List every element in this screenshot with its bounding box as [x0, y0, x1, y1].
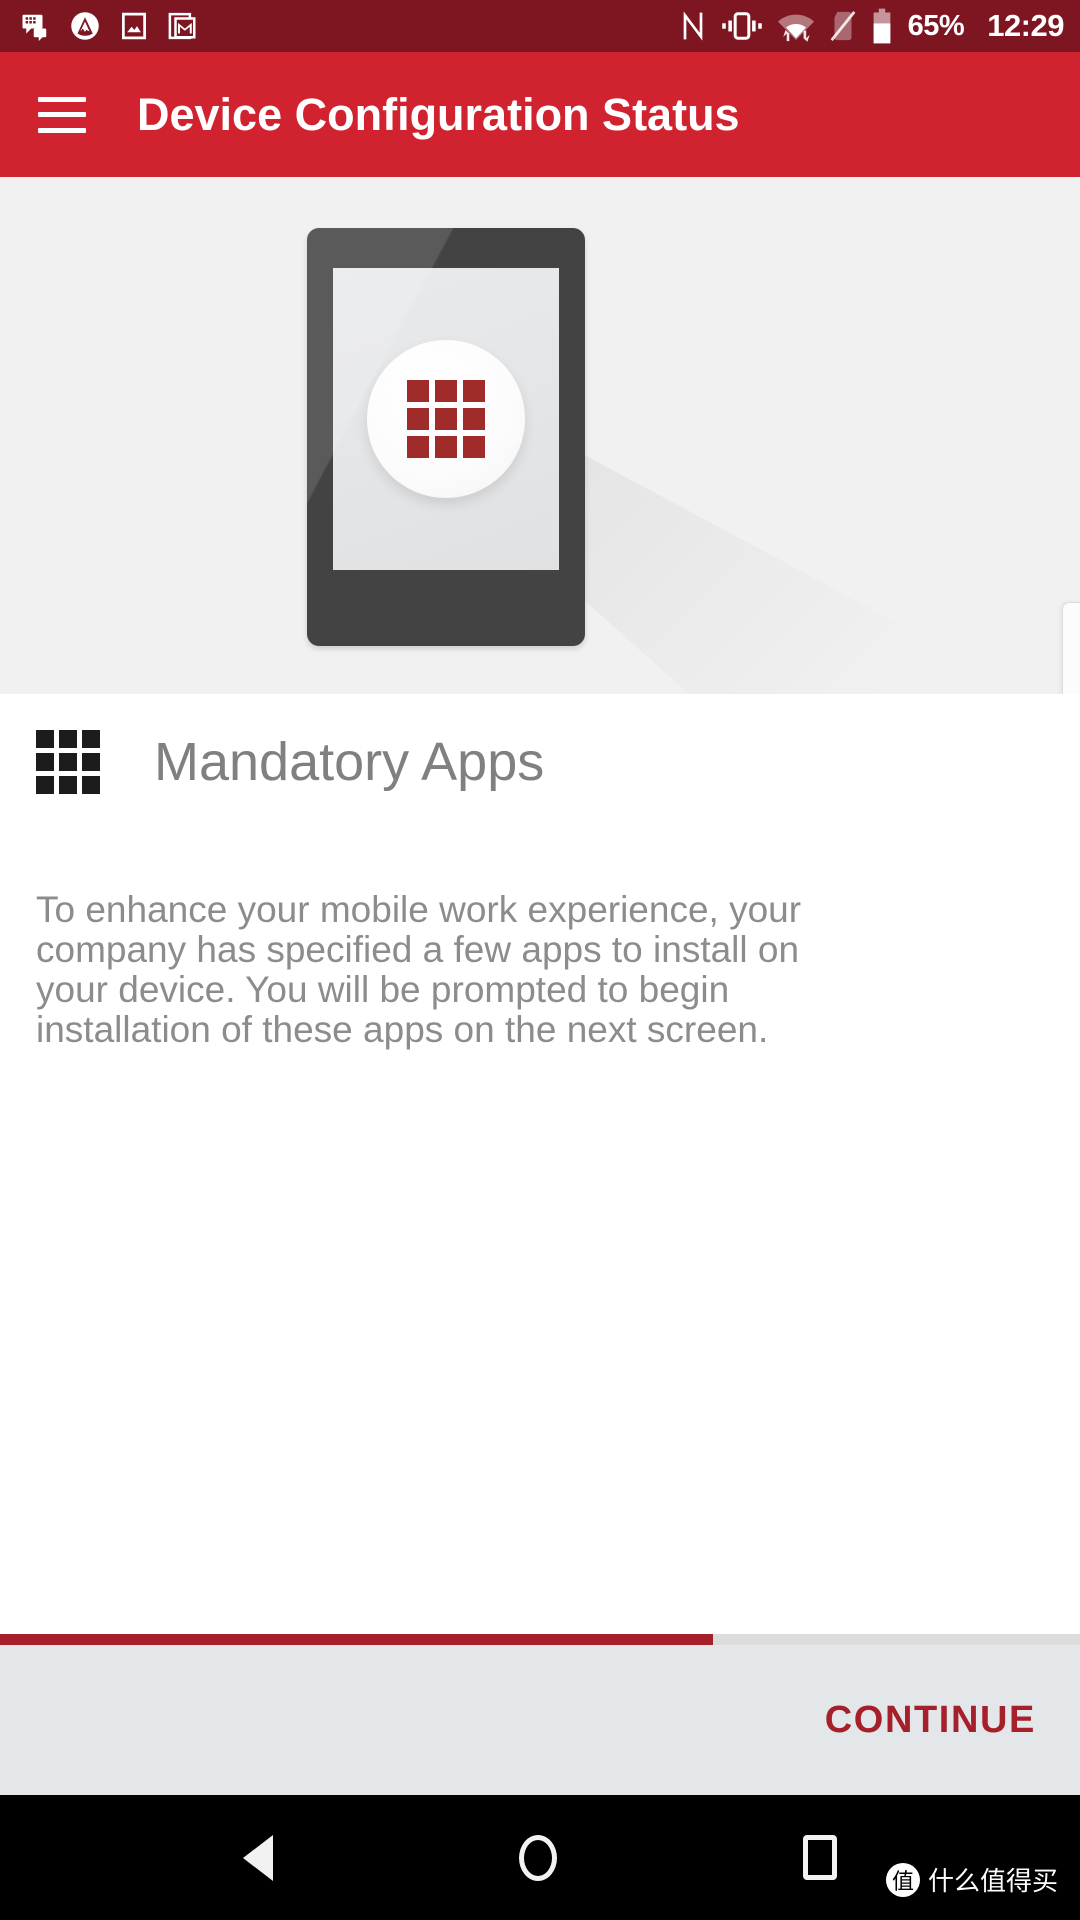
- battery-icon: [871, 8, 893, 44]
- hamburger-menu-icon[interactable]: [38, 96, 86, 133]
- app-launcher-circle: [367, 340, 525, 498]
- watermark-text: 什么值得买: [927, 1867, 1058, 1897]
- grid-cell: [463, 380, 485, 402]
- mountain-peak-icon: [70, 11, 100, 41]
- no-sim-card-icon: [828, 9, 858, 43]
- section-header: Mandatory Apps: [36, 730, 544, 794]
- vibrate-mode-icon: [720, 11, 764, 41]
- nav-recents-button[interactable]: [803, 1835, 837, 1880]
- grid-cell: [59, 776, 77, 794]
- grid-cell: [82, 753, 100, 771]
- grid-cell: [463, 408, 485, 430]
- grid-cell: [36, 730, 54, 748]
- grid-cell: [59, 753, 77, 771]
- device-screen: 65% 12:29 Device Configuration Status Ma…: [0, 0, 1080, 1920]
- grid-cell: [407, 408, 429, 430]
- bbm-message-icon: [20, 11, 50, 41]
- grid-cell: [407, 380, 429, 402]
- status-bar-system-icons: 65% 12:29: [679, 8, 1064, 44]
- grid-cell: [82, 730, 100, 748]
- photos-image-icon: [120, 11, 148, 41]
- app-bar: Device Configuration Status: [0, 52, 1080, 177]
- android-navigation-bar: 值 什么值得买: [0, 1795, 1080, 1920]
- continue-button[interactable]: CONTINUE: [819, 1698, 1042, 1743]
- apps-grid-icon: [36, 730, 100, 794]
- grid-cell: [36, 776, 54, 794]
- status-bar-notification-icons: [20, 11, 679, 41]
- wifi-no-internet-icon: [777, 10, 815, 42]
- progress-bar-fill: [0, 1634, 713, 1645]
- footer-bar: CONTINUE: [0, 1645, 1080, 1795]
- edge-drawer-handle[interactable]: [1062, 602, 1080, 694]
- grid-cell: [435, 408, 457, 430]
- nav-back-button[interactable]: [243, 1834, 273, 1881]
- battery-percent-label: 65%: [907, 9, 965, 42]
- hamburger-line: [38, 96, 86, 102]
- grid-cell: [36, 753, 54, 771]
- page-title: Device Configuration Status: [137, 88, 740, 140]
- watermark: 值 什么值得买: [885, 1861, 1058, 1898]
- grid-cell: [59, 730, 77, 748]
- watermark-badge: 值: [885, 1862, 920, 1897]
- status-bar-clock: 12:29: [987, 8, 1064, 43]
- nfc-icon: [679, 10, 707, 42]
- progress-bar-track: [0, 1634, 1080, 1645]
- grid-cell: [407, 436, 429, 458]
- hero-illustration-area: [0, 177, 1080, 694]
- section-description: To enhance your mobile work experience, …: [36, 889, 802, 1050]
- tablet-screen: [333, 268, 559, 570]
- tablet-device-illustration: [307, 228, 585, 646]
- status-bar: 65% 12:29: [0, 0, 1080, 52]
- hamburger-line: [38, 112, 86, 117]
- gmail-mail-icon: [168, 11, 198, 41]
- content-area: Mandatory Apps To enhance your mobile wo…: [0, 694, 1080, 1634]
- hamburger-line: [38, 127, 86, 133]
- grid-cell: [435, 436, 457, 458]
- grid-cell: [463, 436, 485, 458]
- grid-cell: [82, 776, 100, 794]
- section-title: Mandatory Apps: [154, 732, 545, 792]
- tablet-long-shadow: [560, 442, 1000, 694]
- nav-home-button[interactable]: [519, 1834, 557, 1881]
- apps-grid-icon: [407, 380, 485, 458]
- grid-cell: [435, 380, 457, 402]
